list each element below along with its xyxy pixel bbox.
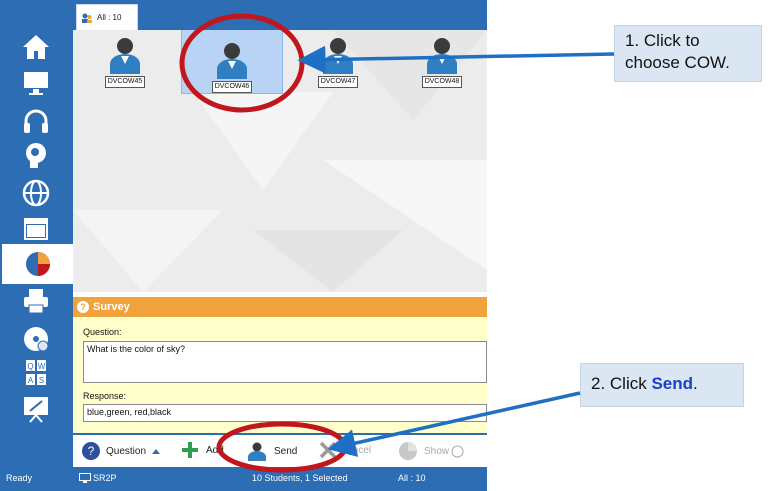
user-icon [427, 38, 457, 74]
close-icon [319, 441, 337, 459]
send-button[interactable]: Send [247, 441, 297, 461]
plus-icon [182, 442, 198, 458]
callout-step2: 2. Click Send. [580, 363, 744, 407]
headphones-icon[interactable] [18, 104, 54, 138]
status-ready: Ready [6, 473, 33, 483]
callout-step2-prefix: 2. Click [591, 374, 652, 393]
student-view: DVCOW45 DVCOW46 DVCOW47 DVCOW48 [73, 30, 487, 292]
response-field[interactable]: blue,green, red,black [83, 404, 487, 422]
svg-text:?: ? [88, 444, 95, 458]
show-button[interactable]: Show [398, 441, 464, 461]
send-button-label: Send [274, 445, 298, 457]
user-icon [110, 38, 140, 74]
question-field[interactable]: What is the color of sky? [83, 341, 487, 383]
student-name: DVCOW48 [421, 76, 463, 88]
callout-step1-line1: 1. Click to [625, 31, 700, 50]
callout-step2-bold: Send [651, 374, 694, 393]
user-icon [323, 38, 353, 74]
survey-title: Survey [93, 301, 130, 313]
network-icon [79, 473, 91, 483]
student-name: DVCOW45 [104, 76, 146, 88]
status-students: 10 Students, 1 Selected [252, 473, 348, 483]
callout-step2-suffix: . [693, 374, 698, 393]
group-icon [82, 13, 92, 23]
svg-text:A: A [28, 376, 34, 385]
cancel-button[interactable]: Cancel [319, 441, 371, 459]
svg-text:Q: Q [27, 362, 33, 371]
user-icon [217, 43, 247, 79]
pie-chart-icon[interactable] [2, 244, 73, 284]
app-window: Q W A S All : 10 DVCOW45 DVCOW46 DVCOW47… [0, 0, 487, 491]
caret-up-icon [152, 449, 161, 454]
callout-step1-line2: choose COW. [625, 53, 730, 72]
help-circle-icon: ? [82, 442, 100, 460]
sidebar: Q W A S [0, 0, 73, 467]
tab-bar: All : 10 [73, 0, 487, 30]
add-button-label: Add [206, 444, 224, 456]
survey-header: ? Survey [73, 297, 487, 317]
status-bar: Ready SR2P 10 Students, 1 Selected All :… [0, 467, 487, 491]
question-button[interactable]: ? Question [81, 441, 161, 461]
printer-icon[interactable] [18, 284, 54, 318]
window-icon[interactable] [18, 212, 54, 246]
disc-icon[interactable] [18, 322, 54, 356]
add-button[interactable]: Add [181, 441, 224, 459]
monitor-icon[interactable] [18, 66, 54, 100]
callout-step1: 1. Click to choose COW. [614, 25, 762, 82]
svg-text:W: W [38, 362, 46, 371]
student-card[interactable]: DVCOW45 [92, 34, 158, 92]
question-label: Question: [83, 327, 122, 337]
student-card-selected[interactable]: DVCOW46 [181, 30, 283, 94]
survey-panel: ? Survey Question: What is the color of … [73, 297, 487, 433]
presentation-icon[interactable] [18, 392, 54, 426]
brain-icon[interactable] [18, 138, 54, 172]
cancel-button-label: Cancel [340, 444, 372, 456]
user-send-icon [248, 442, 266, 461]
globe-icon[interactable] [18, 176, 54, 210]
response-label: Response: [83, 391, 127, 401]
home-icon[interactable] [18, 30, 54, 64]
question-button-label: Question [106, 445, 147, 457]
status-all: All : 10 [398, 473, 426, 483]
student-name: DVCOW46 [211, 81, 253, 93]
student-card[interactable]: DVCOW47 [305, 34, 371, 92]
keyboard-icon[interactable]: Q W A S [18, 356, 54, 390]
radio-icon [451, 445, 464, 457]
tab-label: All : 10 [97, 13, 122, 22]
student-name: DVCOW47 [317, 76, 359, 88]
tab-all[interactable]: All : 10 [76, 4, 138, 30]
status-room: SR2P [93, 473, 117, 483]
question-mark-icon: ? [77, 301, 89, 313]
svg-text:S: S [39, 376, 44, 385]
survey-toolbar: ? Question Add Send Cancel Show [73, 433, 487, 469]
pie-chart-icon [399, 442, 417, 460]
show-button-label: Show [424, 445, 450, 457]
student-card[interactable]: DVCOW48 [409, 34, 475, 92]
